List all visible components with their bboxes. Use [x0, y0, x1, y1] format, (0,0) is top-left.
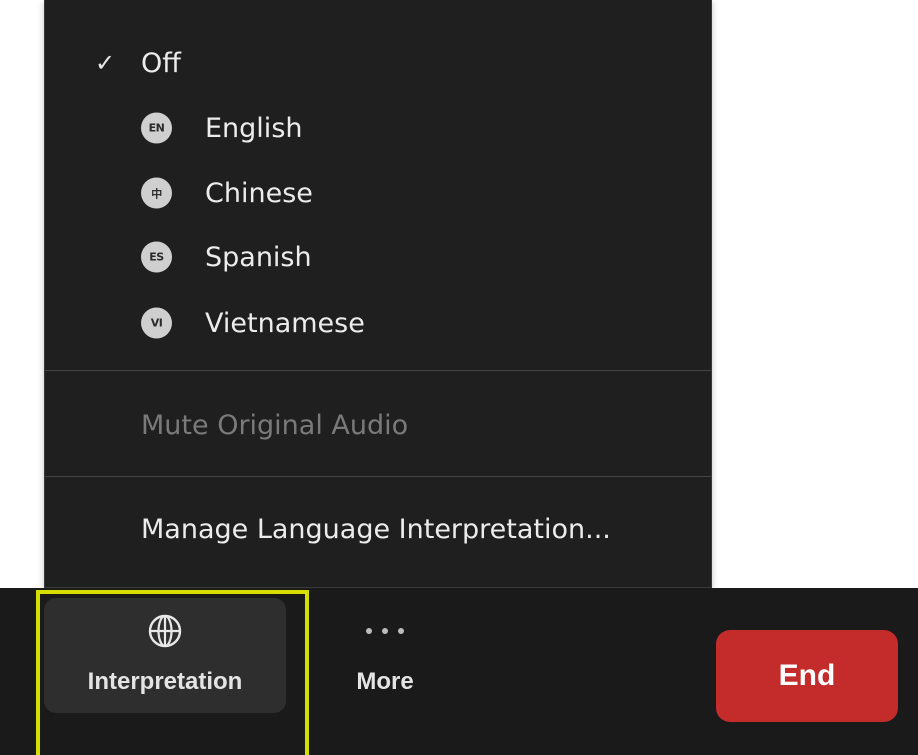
- menu-item-chinese[interactable]: 中 Chinese: [45, 162, 711, 224]
- menu-item-english-label: English: [205, 112, 303, 144]
- menu-item-manage-interpretation[interactable]: Manage Language Interpretation...: [45, 498, 711, 560]
- chinese-badge-icon: 中: [141, 177, 172, 209]
- menu-item-vietnamese-label: Vietnamese: [205, 307, 365, 339]
- checkmark-icon: ✓: [95, 49, 116, 77]
- menu-item-vietnamese[interactable]: VI Vietnamese: [45, 292, 711, 354]
- menu-item-spanish-label: Spanish: [205, 241, 312, 273]
- menu-item-off-label: Off: [141, 47, 181, 79]
- language-menu: ✓ Off EN English 中 Chinese ES Spanish VI…: [44, 0, 712, 588]
- english-badge-icon: EN: [141, 112, 172, 144]
- manage-interpretation-label: Manage Language Interpretation...: [141, 513, 611, 545]
- menu-item-chinese-label: Chinese: [205, 177, 313, 209]
- menu-item-spanish[interactable]: ES Spanish: [45, 226, 711, 288]
- more-button[interactable]: More: [340, 598, 430, 713]
- menu-divider: [45, 476, 711, 477]
- menu-item-off[interactable]: ✓ Off: [45, 32, 711, 94]
- spanish-badge-icon: ES: [141, 241, 172, 273]
- end-button[interactable]: End: [716, 630, 898, 722]
- vietnamese-badge-icon: VI: [141, 307, 172, 339]
- mute-original-audio-label: Mute Original Audio: [141, 409, 409, 441]
- highlight-box: [36, 590, 309, 755]
- menu-item-mute-original-audio: Mute Original Audio: [45, 394, 711, 456]
- more-dots-icon: [366, 612, 404, 650]
- meeting-toolbar: Interpretation More End: [0, 588, 918, 755]
- menu-item-english[interactable]: EN English: [45, 97, 711, 159]
- more-label: More: [356, 668, 414, 695]
- menu-divider: [45, 370, 711, 371]
